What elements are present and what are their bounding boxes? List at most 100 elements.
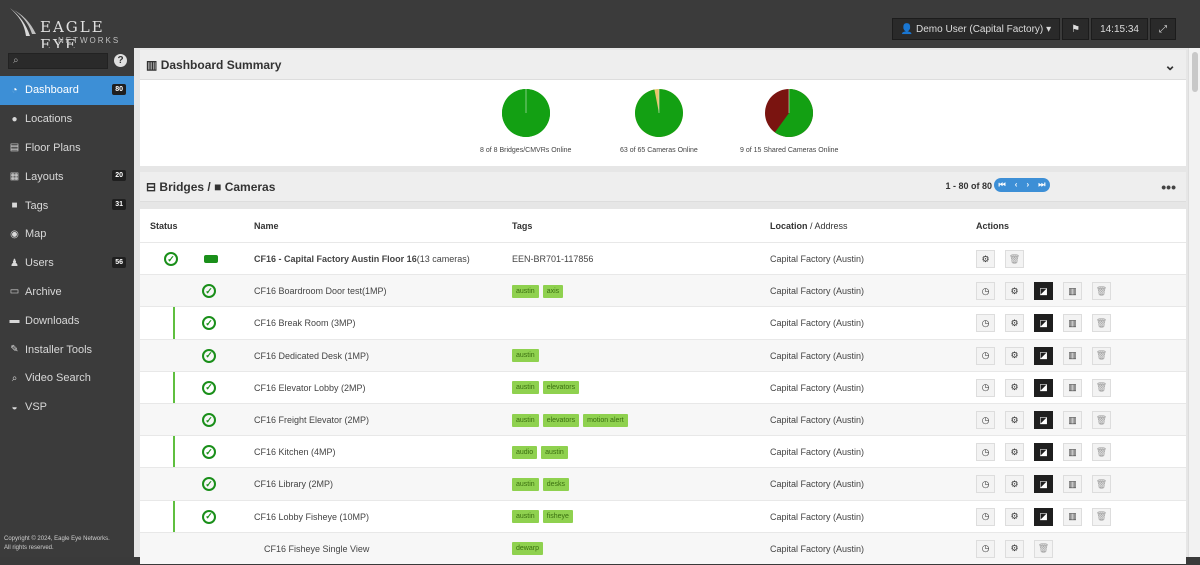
camera-name[interactable]: CF16 Fisheye Single View xyxy=(264,533,369,565)
history-icon[interactable]: ◷ xyxy=(976,475,995,494)
table-row[interactable]: ✓ CF16 Elevator Lobby (2MP) austin elevator… xyxy=(140,370,1186,403)
history-icon[interactable]: ◷ xyxy=(976,411,995,429)
gear-icon[interactable]: ⚙ xyxy=(1005,539,1024,558)
eagle-eye-logo[interactable]: EAGLE EYE NETWORKS xyxy=(8,6,128,54)
trash-icon[interactable]: 🗑 xyxy=(1005,250,1024,268)
table-row[interactable]: ✓ CF16 - Capital Factory Austin Floor 16 … xyxy=(140,242,1186,274)
sidebar-item-tags[interactable]: ■ Tags 31 xyxy=(0,191,134,220)
camera-name[interactable]: CF16 Library (2MP) xyxy=(254,468,333,500)
history-icon[interactable]: ◷ xyxy=(976,314,995,333)
bar-chart-icon[interactable]: ▥ xyxy=(1063,411,1082,429)
bar-chart-icon[interactable]: ▥ xyxy=(1063,282,1082,301)
tag-badge[interactable]: austin xyxy=(512,413,539,427)
camera-view-icon[interactable]: ◪ xyxy=(1034,507,1053,526)
tag-badge[interactable]: motion alert xyxy=(583,413,628,427)
more-options-icon[interactable]: ••• xyxy=(1161,172,1176,202)
table-row[interactable]: ✓ CF16 Dedicated Desk (1MP) austin Capital … xyxy=(140,338,1186,372)
trash-icon[interactable]: 🗑 xyxy=(1092,282,1111,301)
gear-icon[interactable]: ⚙ xyxy=(1005,507,1024,526)
pie-cameras[interactable]: 63 of 65 Cameras Online xyxy=(620,88,698,154)
last-page-icon[interactable]: ⏭ xyxy=(1038,170,1045,200)
col-status[interactable]: Status xyxy=(150,221,178,231)
trash-icon[interactable]: 🗑 xyxy=(1092,346,1111,365)
next-page-icon[interactable]: › xyxy=(1027,170,1030,200)
history-icon[interactable]: ◷ xyxy=(976,507,995,526)
camera-view-icon[interactable]: ◪ xyxy=(1034,411,1053,429)
history-icon[interactable]: ◷ xyxy=(976,282,995,301)
flag-button[interactable]: ⚑ xyxy=(1062,18,1090,40)
tag-badge[interactable]: austin xyxy=(512,477,539,491)
table-row[interactable]: ✓ CF16 Kitchen (4MP) audio austin Capital Fa… xyxy=(140,435,1186,467)
camera-view-icon[interactable]: ◪ xyxy=(1034,378,1053,397)
camera-view-icon[interactable]: ◪ xyxy=(1034,346,1053,365)
gear-icon[interactable]: ⚙ xyxy=(1005,443,1024,462)
bar-chart-icon[interactable]: ▥ xyxy=(1063,475,1082,494)
table-row[interactable]: CF16 Fisheye Single View dewarp Capital Fa… xyxy=(140,531,1186,565)
sidebar-item-vsp[interactable]: ◒ VSP xyxy=(0,393,134,422)
bar-chart-icon[interactable]: ▥ xyxy=(1063,507,1082,526)
camera-name[interactable]: CF16 Boardroom Door test(1MP) xyxy=(254,275,387,307)
trash-icon[interactable]: 🗑 xyxy=(1034,539,1053,558)
tag-badge[interactable]: austin xyxy=(512,510,539,524)
bar-chart-icon[interactable]: ▥ xyxy=(1063,314,1082,333)
sidebar-search-input[interactable]: ⌕ xyxy=(8,53,108,69)
tag-badge[interactable]: fisheye xyxy=(542,510,573,524)
sidebar-item-archive[interactable]: ▭ Archive xyxy=(0,278,134,307)
sidebar-item-downloads[interactable]: ▬ Downloads xyxy=(0,306,134,335)
tag-badge[interactable]: audio xyxy=(512,445,538,459)
history-icon[interactable]: ◷ xyxy=(976,443,995,462)
gear-icon[interactable]: ⚙ xyxy=(1005,346,1024,365)
dashboard-summary-header[interactable]: ▥ Dashboard Summary ⌄ xyxy=(140,50,1186,80)
user-menu-button[interactable]: 👤 Demo User (Capital Factory) ▾ xyxy=(891,18,1061,40)
table-row[interactable]: ✓ CF16 Break Room (3MP) Capital Factory (A… xyxy=(140,306,1186,338)
sidebar-item-video-search[interactable]: ⌕ Video Search xyxy=(0,364,134,393)
trash-icon[interactable]: 🗑 xyxy=(1092,411,1111,429)
tag-badge[interactable]: elevators xyxy=(542,381,580,395)
sidebar-item-map[interactable]: ◉ Map xyxy=(0,220,134,249)
pie-shared-cameras[interactable]: 9 of 15 Shared Cameras Online xyxy=(740,88,838,154)
camera-view-icon[interactable]: ◪ xyxy=(1034,443,1053,462)
scrollbar[interactable] xyxy=(1188,48,1200,557)
col-tags[interactable]: Tags xyxy=(512,221,532,231)
camera-view-icon[interactable]: ◪ xyxy=(1034,282,1053,301)
tag-badge[interactable]: austin xyxy=(512,284,539,298)
bar-chart-icon[interactable]: ▥ xyxy=(1063,443,1082,462)
col-location[interactable]: Location / Address xyxy=(770,221,848,231)
sidebar-item-users[interactable]: ♟ Users 56 xyxy=(0,249,134,278)
fullscreen-button[interactable]: ⤢ xyxy=(1150,18,1176,40)
chevron-down-icon[interactable]: ⌄ xyxy=(1164,50,1176,80)
gear-icon[interactable]: ⚙ xyxy=(976,250,995,268)
tag-badge[interactable]: austin xyxy=(512,381,539,395)
history-icon[interactable]: ◷ xyxy=(976,539,995,558)
table-row[interactable]: ✓ CF16 Lobby Fisheye (10MP) austin fisheye C… xyxy=(140,499,1186,532)
pie-bridges[interactable]: 8 of 8 Bridges/CMVRs Online xyxy=(480,88,571,154)
tag-badge[interactable]: axis xyxy=(542,284,564,298)
sidebar-item-installer-tools[interactable]: ✎ Installer Tools xyxy=(0,335,134,364)
camera-name[interactable]: CF16 Kitchen (4MP) xyxy=(254,436,336,468)
trash-icon[interactable]: 🗑 xyxy=(1092,314,1111,333)
camera-name[interactable]: CF16 Freight Elevator (2MP) xyxy=(254,404,369,436)
history-icon[interactable]: ◷ xyxy=(976,378,995,397)
col-name[interactable]: Name xyxy=(254,221,279,231)
gear-icon[interactable]: ⚙ xyxy=(1005,411,1024,429)
help-icon[interactable]: ? xyxy=(114,54,127,67)
camera-name[interactable]: CF16 - Capital Factory Austin Floor 16 (… xyxy=(254,243,470,275)
history-icon[interactable]: ◷ xyxy=(976,346,995,365)
sidebar-item-dashboard[interactable]: ◔ Dashboard 80 xyxy=(0,76,140,105)
trash-icon[interactable]: 🗑 xyxy=(1092,475,1111,494)
tag-badge[interactable]: desks xyxy=(542,477,569,491)
bar-chart-icon[interactable]: ▥ xyxy=(1063,346,1082,365)
prev-page-icon[interactable]: ‹ xyxy=(1015,170,1018,200)
tag-badge[interactable]: dewarp xyxy=(512,542,543,556)
sidebar-item-floor-plans[interactable]: ▤ Floor Plans xyxy=(0,134,134,163)
trash-icon[interactable]: 🗑 xyxy=(1092,443,1111,462)
trash-icon[interactable]: 🗑 xyxy=(1092,507,1111,526)
sidebar-item-layouts[interactable]: ▦ Layouts 20 xyxy=(0,162,134,191)
table-row[interactable]: ✓ CF16 Library (2MP) austin desks Capital Fa… xyxy=(140,467,1186,500)
camera-name[interactable]: CF16 Dedicated Desk (1MP) xyxy=(254,340,369,372)
table-row[interactable]: ✓ CF16 Boardroom Door test(1MP) austin axis… xyxy=(140,274,1186,307)
camera-view-icon[interactable]: ◪ xyxy=(1034,475,1053,494)
trash-icon[interactable]: 🗑 xyxy=(1092,378,1111,397)
tag-badge[interactable]: austin xyxy=(512,349,539,363)
camera-name[interactable]: CF16 Break Room (3MP) xyxy=(254,307,356,339)
